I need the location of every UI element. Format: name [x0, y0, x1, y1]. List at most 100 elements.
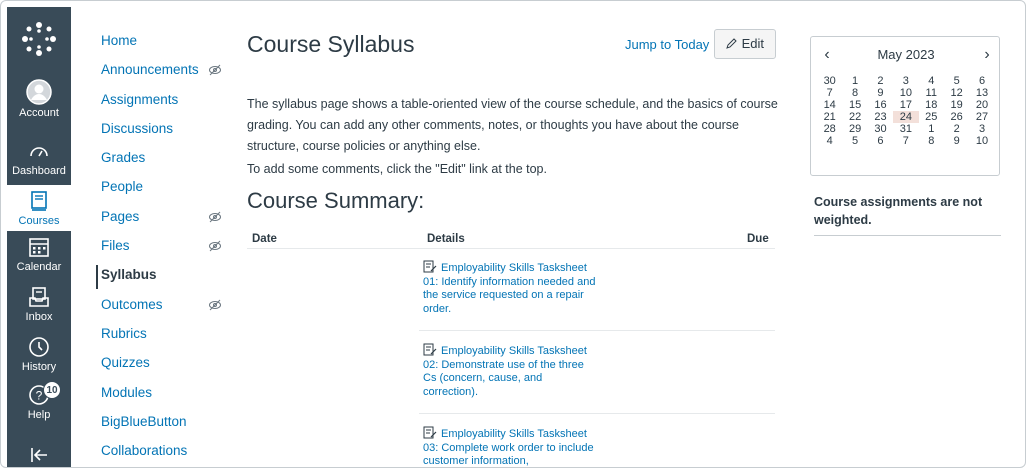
calendar-icon: [29, 238, 49, 257]
calendar-week-row: 21 22 23 24 25 26 27: [817, 111, 995, 123]
assignment-link[interactable]: Employability Skills Tasksheet 02: Demon…: [423, 343, 598, 399]
calendar-day[interactable]: 6: [868, 135, 893, 147]
course-nav-home[interactable]: Home: [96, 31, 236, 60]
app-frame: Account Dashboard Courses Calendar Inbox…: [0, 0, 1026, 468]
course-nav-discussions[interactable]: Discussions: [96, 119, 236, 148]
calendar-day[interactable]: 8: [919, 135, 944, 147]
course-nav-label: Syllabus: [101, 267, 157, 283]
course-nav-rubrics[interactable]: Rubrics: [96, 324, 236, 353]
table-row[interactable]: Employability Skills Tasksheet 02: Demon…: [423, 343, 775, 399]
calendar-day[interactable]: 2: [944, 123, 969, 135]
course-nav-label: Grades: [101, 150, 146, 166]
course-nav-outcomes[interactable]: Outcomes: [96, 295, 236, 324]
dashboard-icon: [30, 147, 48, 157]
course-nav-label: People: [101, 179, 144, 195]
calendar-day[interactable]: 3: [893, 75, 918, 87]
course-nav-syllabus[interactable]: Syllabus: [96, 265, 236, 290]
course-nav-label: Pages: [101, 208, 140, 224]
calendar-day[interactable]: 4: [817, 135, 842, 147]
calendar-day[interactable]: 14: [817, 99, 842, 111]
calendar-day[interactable]: 11: [919, 87, 944, 99]
calendar-day-today[interactable]: 24: [893, 111, 919, 123]
calendar-day[interactable]: 16: [868, 99, 893, 111]
calendar-month-label: May 2023: [877, 47, 935, 62]
calendar-day[interactable]: 26: [944, 111, 969, 123]
gnav-account-label: Account: [19, 107, 59, 119]
calendar-day[interactable]: 25: [919, 111, 944, 123]
gnav-calendar[interactable]: Calendar: [7, 235, 71, 273]
calendar-day[interactable]: 4: [919, 75, 944, 87]
course-nav-label: Rubrics: [101, 325, 147, 341]
gnav-help[interactable]: ? 10 Help: [7, 381, 71, 421]
calendar-day[interactable]: 5: [944, 75, 969, 87]
next-month-icon[interactable]: ›: [980, 47, 994, 63]
course-nav-modules[interactable]: Modules: [96, 383, 236, 412]
gnav-account[interactable]: Account: [7, 79, 71, 119]
calendar-day[interactable]: 27: [969, 111, 994, 123]
course-nav-announcements[interactable]: Announcements: [96, 60, 236, 89]
calendar-day[interactable]: 28: [817, 123, 842, 135]
course-nav-label: Assignments: [101, 91, 179, 107]
table-row[interactable]: Employability Skills Tasksheet 01: Ident…: [423, 260, 775, 316]
assignment-icon: [423, 426, 437, 439]
gnav-history[interactable]: History: [7, 335, 71, 373]
calendar-day[interactable]: 13: [969, 87, 994, 99]
calendar-day[interactable]: 10: [893, 87, 918, 99]
calendar-day[interactable]: 30: [868, 123, 893, 135]
course-nav-collaborations[interactable]: Collaborations: [96, 441, 236, 467]
course-nav-quizzes[interactable]: Quizzes: [96, 353, 236, 382]
calendar-day[interactable]: 15: [842, 99, 867, 111]
calendar-day[interactable]: 5: [842, 135, 867, 147]
assignment-link[interactable]: Employability Skills Tasksheet 03: Compl…: [423, 426, 598, 467]
edit-button[interactable]: Edit: [714, 29, 776, 59]
gnav-courses[interactable]: Courses: [7, 185, 71, 231]
calendar-day[interactable]: 10: [969, 135, 994, 147]
calendar-day[interactable]: 18: [919, 99, 944, 111]
calendar-day[interactable]: 20: [969, 99, 994, 111]
calendar-day[interactable]: 21: [817, 111, 842, 123]
calendar-day[interactable]: 9: [944, 135, 969, 147]
gnav-help-label: Help: [27, 409, 51, 421]
calendar-day[interactable]: 31: [893, 123, 918, 135]
gnav-dashboard[interactable]: Dashboard: [7, 139, 71, 177]
assignment-title: Employability Skills Tasksheet 02: Demon…: [423, 345, 587, 398]
calendar-day[interactable]: 23: [868, 111, 893, 123]
gnav-inbox[interactable]: Inbox: [7, 285, 71, 323]
calendar-week-row: 30 1 2 3 4 5 6: [817, 75, 995, 87]
calendar-day[interactable]: 7: [893, 135, 918, 147]
calendar-day[interactable]: 7: [817, 87, 842, 99]
calendar-day[interactable]: 6: [969, 75, 994, 87]
column-header-due: Due: [747, 233, 769, 245]
calendar-day[interactable]: 19: [944, 99, 969, 111]
calendar-week-row: 7 8 9 10 11 12 13: [817, 87, 995, 99]
gnav-collapse[interactable]: [7, 443, 71, 467]
assignment-link[interactable]: Employability Skills Tasksheet 01: Ident…: [423, 260, 598, 316]
calendar-day[interactable]: 9: [868, 87, 893, 99]
account-icon: [26, 79, 52, 105]
calendar-day[interactable]: 12: [944, 87, 969, 99]
course-nav-pages[interactable]: Pages: [96, 207, 236, 236]
weighting-note: Course assignments are not weighted.: [814, 195, 983, 227]
table-row[interactable]: Employability Skills Tasksheet 03: Compl…: [423, 426, 775, 467]
course-nav-grades[interactable]: Grades: [96, 148, 236, 177]
calendar-day[interactable]: 8: [842, 87, 867, 99]
calendar-day[interactable]: 1: [919, 123, 944, 135]
calendar-day[interactable]: 3: [969, 123, 994, 135]
calendar-day[interactable]: 22: [842, 111, 867, 123]
calendar-day[interactable]: 1: [842, 75, 867, 87]
syllabus-instructions: To add some comments, click the "Edit" l…: [247, 162, 547, 176]
course-nav-files[interactable]: Files: [96, 236, 236, 265]
canvas-logo-icon[interactable]: [21, 21, 57, 57]
calendar-day[interactable]: 29: [842, 123, 867, 135]
calendar-day[interactable]: 30: [817, 75, 842, 87]
calendar-day[interactable]: 17: [893, 99, 918, 111]
jump-to-today-link[interactable]: Jump to Today: [625, 37, 709, 52]
edit-button-label: Edit: [741, 36, 765, 51]
course-summary-heading: Course Summary:: [247, 188, 425, 213]
course-nav-assignments[interactable]: Assignments: [96, 90, 236, 119]
course-nav: Home Announcements Assignments Discussio…: [96, 31, 236, 467]
course-nav-bigbluebutton[interactable]: BigBlueButton: [96, 412, 236, 441]
calendar-day[interactable]: 2: [868, 75, 893, 87]
calendar-week-row: 14 15 16 17 18 19 20: [817, 99, 995, 111]
course-nav-people[interactable]: People: [96, 177, 236, 206]
